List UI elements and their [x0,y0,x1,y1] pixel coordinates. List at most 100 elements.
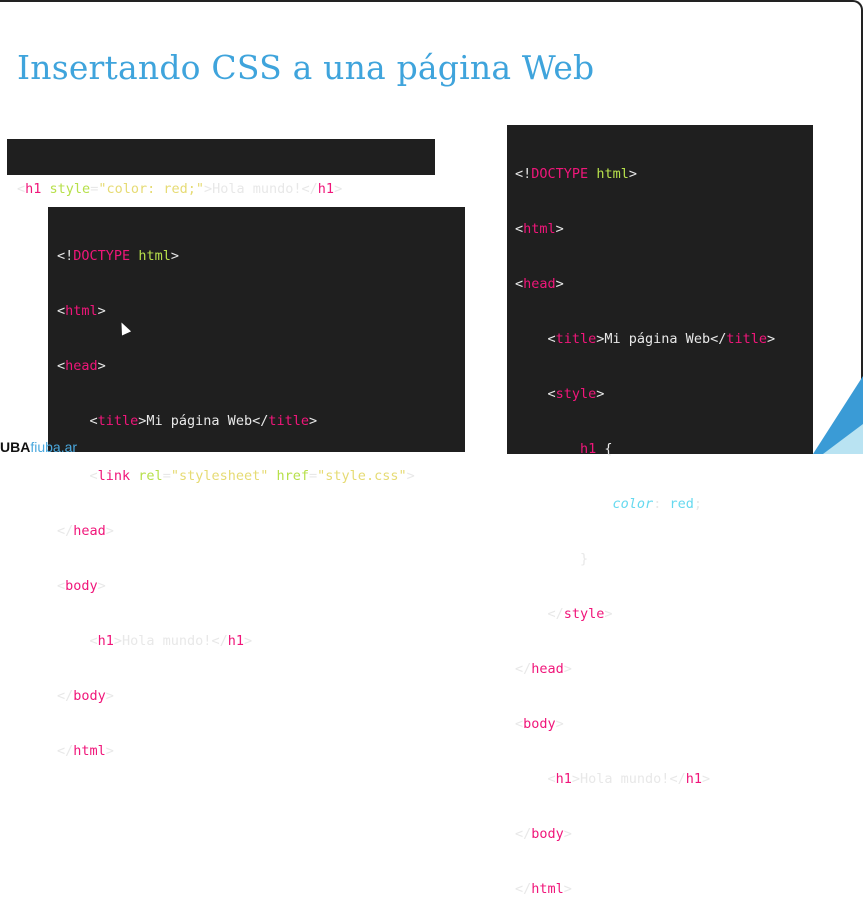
code-token: head [65,358,98,374]
code-token: ; [693,496,702,512]
code-line: <title>Mi página Web</title> [515,328,813,351]
code-token: h1 [580,441,597,457]
slide-title: Insertando CSS a una página Web [17,48,595,87]
internal-css-code-block: <!DOCTYPE html> <html> <head> <title>Mi … [507,125,813,897]
code-token: <! [515,166,532,182]
code-line: </body> [57,685,465,708]
code-line: <h1>Hola mundo!</h1> [57,630,465,653]
code-token: html [523,221,556,237]
code-token: < [17,181,26,197]
code-token: h1 [317,181,335,197]
code-token: < [57,633,98,649]
code-token: > [105,523,114,539]
code-token: > [97,303,106,319]
code-token: </ [515,881,532,897]
uba-fiuba-logo: UBAfiuba.ar [0,440,77,454]
code-token: > [555,221,564,237]
code-line: <!DOCTYPE html> [515,163,813,186]
code-token: h1 [227,633,244,649]
code-line: h1 { [515,438,813,461]
code-line: <link rel="stylesheet" href="style.css"> [57,465,465,488]
code-line: <body> [57,575,465,598]
code-token: >Mi página Web</ [138,413,269,429]
code-token: </ [515,826,532,842]
code-line: <!DOCTYPE html> [57,245,465,268]
code-token: { [596,441,613,457]
code-token: head [531,661,564,677]
code-token: < [515,771,556,787]
code-token: head [73,523,106,539]
code-token: = [162,468,171,484]
code-token: h1 [25,181,42,197]
code-token: head [523,276,556,292]
code-token: < [515,276,524,292]
code-token: </ [57,743,74,759]
code-token: > [97,578,106,594]
code-line: </head> [515,658,813,681]
code-token: h1 [555,771,572,787]
code-token: > [604,606,613,622]
code-token: >Hola mundo!</ [204,181,318,197]
code-line: </style> [515,603,813,626]
code-token: html [73,743,106,759]
code-line: <head> [57,355,465,378]
code-token: color [612,496,654,512]
code-line: <h1>Hola mundo!</h1> [515,768,813,791]
code-token: > [555,276,564,292]
code-token: } [515,551,589,567]
code-line: </head> [57,520,465,543]
code-line: <html> [57,300,465,323]
code-token: html [596,166,629,182]
corner-decoration-light [823,424,863,454]
code-token: > [243,633,253,649]
code-token: <! [57,248,74,264]
code-token: > [97,358,106,374]
code-token: </ [515,661,532,677]
code-token: > [628,166,637,182]
code-token: DOCTYPE [73,248,131,264]
code-token: "style.css" [317,468,407,484]
code-token: < [515,386,556,402]
code-line: </body> [515,823,813,846]
code-line: <body> [515,713,813,736]
code-token: </ [515,606,564,622]
logo-text-fiuba: fiuba.ar [30,440,78,454]
code-token: > [563,661,572,677]
code-token: red [669,496,694,512]
code-line: <html> [515,218,813,241]
code-token: < [57,303,66,319]
code-token: style [555,386,597,402]
code-token: body [65,578,98,594]
code-token: > [105,688,114,704]
code-token: < [515,331,556,347]
code-token: >Mi página Web</ [596,331,727,347]
code-line: <head> [515,273,813,296]
code-token: >Hola mundo!</ [113,633,228,649]
code-token: title [726,331,767,347]
code-token: rel [138,468,163,484]
code-token: html [138,248,171,264]
code-line: } [515,548,813,571]
code-token: h1 [685,771,702,787]
code-token: body [73,688,106,704]
code-token: < [57,468,98,484]
code-token: "stylesheet" [170,468,269,484]
code-token: > [766,331,776,347]
code-token: style [563,606,605,622]
code-token: > [701,771,711,787]
code-token: title [555,331,597,347]
code-token: </ [57,523,74,539]
code-token: style [49,181,91,197]
code-token: > [334,181,343,197]
code-token: DOCTYPE [531,166,589,182]
code-token: title [268,413,309,429]
code-token: link [97,468,131,484]
code-line: color: red; [515,493,813,516]
code-token: < [515,221,524,237]
code-line: </html> [57,740,465,763]
inline-css-code-block: <h1 style="color: red;">Hola mundo!</h1> [7,139,435,197]
code-token: >Hola mundo!</ [571,771,686,787]
code-token: > [406,468,415,484]
